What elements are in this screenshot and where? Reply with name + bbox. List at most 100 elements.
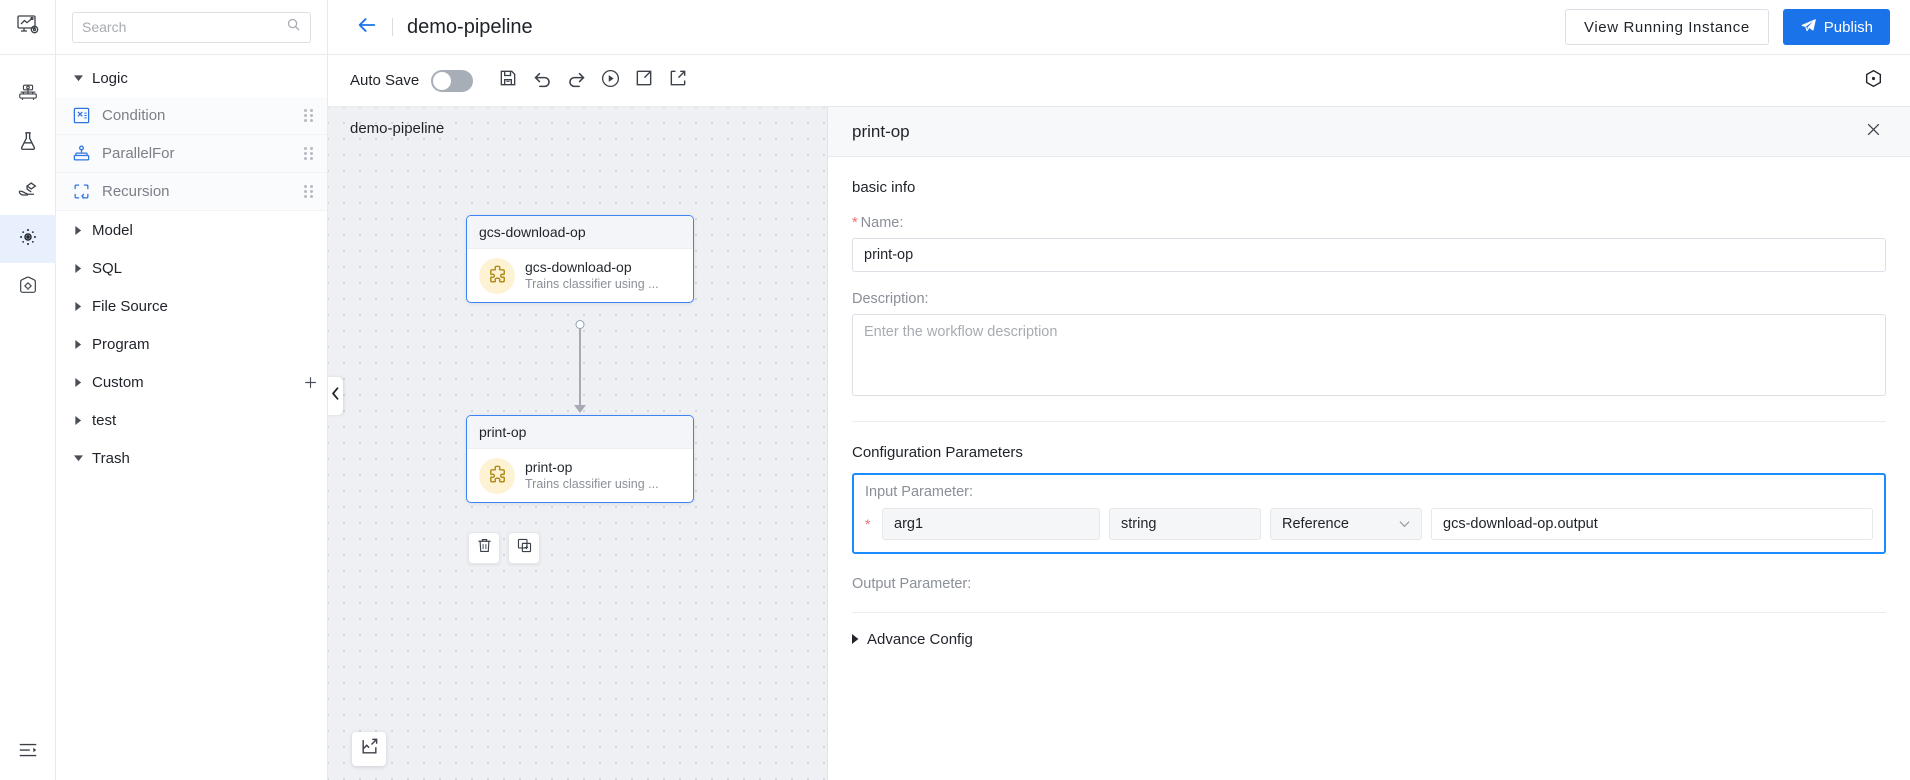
edge-arrow-icon [574,405,586,413]
editor-toolbar: Auto Save [328,55,1910,107]
caret-right-icon [70,225,86,235]
canvas-title: demo-pipeline [350,120,445,137]
add-custom-button[interactable] [293,374,327,391]
sidebar-group-logic[interactable]: Logic [56,59,327,97]
view-running-instance-button[interactable]: View Running Instance [1565,9,1769,45]
puzzle-piece-icon [479,457,515,494]
delete-node-button[interactable] [468,532,500,564]
rail-item-serving[interactable] [0,167,56,215]
canvas-node-header: print-op [467,416,693,449]
sidebar-group-sql[interactable]: SQL [56,249,327,287]
search-input[interactable] [82,19,286,35]
caret-down-icon [70,454,86,462]
param-value-field[interactable]: gcs-download-op.output [1431,508,1873,540]
component-sidebar: Logic Condition [56,0,328,780]
rail-item-experiment[interactable] [0,119,56,167]
edge-connector [579,327,581,407]
rail-collapse-button[interactable] [0,724,56,780]
detail-panel-title: print-op [852,121,910,141]
sidebar-group-trash[interactable]: Trash [56,439,327,477]
node-action-bar [468,532,540,564]
canvas-node-description: Trains classifier using ... [525,277,659,291]
canvas-node-name: gcs-download-op [525,259,632,275]
search-box[interactable] [72,11,311,43]
sidebar-group-model[interactable]: Model [56,211,327,249]
detail-divider [852,421,1886,422]
rail-item-list [0,55,56,311]
sidebar-node-label: ParallelFor [102,145,175,162]
output-parameter-label: Output Parameter: [852,576,972,592]
sidebar-group-label: Logic [92,69,128,87]
drag-handle-icon[interactable] [304,109,313,122]
sidebar-node-parallelfor[interactable]: ParallelFor [56,135,327,173]
editor-content: demo-pipeline gcs-download-op gcs-downlo… [328,107,1910,780]
canvas-node-body: gcs-download-op Trains classifier using … [467,249,693,302]
sidebar-group-test[interactable]: test [56,401,327,439]
chevron-down-icon [1399,516,1410,532]
publish-button[interactable]: Publish [1782,9,1890,45]
input-parameter-label: Input Parameter: [865,484,973,500]
sidebar-group-program[interactable]: Program [56,325,327,363]
copy-node-button[interactable] [508,532,540,564]
required-asterisk: * [865,516,871,532]
icon-rail [0,0,56,780]
input-parameter-box: Input Parameter: * arg1 string Reference [852,473,1886,554]
sidebar-tree: Logic Condition ParallelFor Recursion Mo… [56,55,327,780]
pipeline-monitor-icon [16,13,40,42]
param-type-field[interactable]: string [1109,508,1261,540]
copy-icon [516,537,533,559]
sidebar-node-recursion[interactable]: Recursion [56,173,327,211]
rail-item-pipeline[interactable] [0,215,56,263]
cluster-icon [17,82,39,109]
rail-item-cluster[interactable] [0,71,56,119]
redo-button[interactable] [559,64,593,98]
basic-info-title: basic info [852,179,916,196]
close-icon [1865,121,1882,143]
pipeline-canvas[interactable]: demo-pipeline gcs-download-op gcs-downlo… [328,107,828,780]
run-button[interactable] [593,64,627,98]
canvas-node-gcs-download-op[interactable]: gcs-download-op gcs-download-op Trains c… [466,215,694,303]
import-button[interactable] [661,64,695,98]
input-parameter-row: * arg1 string Reference gcs-download-op.… [865,508,1873,540]
caret-right-icon [70,415,86,425]
node-detail-panel: print-op basic info * Name: print-op Des… [828,107,1910,780]
param-name-field[interactable]: arg1 [882,508,1100,540]
back-button[interactable] [352,12,382,42]
export-icon [634,68,654,93]
canvas-settings-button[interactable] [1856,64,1890,98]
sidebar-node-condition[interactable]: Condition [56,97,327,135]
canvas-collapse-handle[interactable] [328,377,343,415]
undo-button[interactable] [525,64,559,98]
name-field-label: * Name: [852,215,1886,231]
app-logo [0,0,56,55]
serving-icon [17,178,39,205]
sidebar-group-file-source[interactable]: File Source [56,287,327,325]
toggle-knob [433,71,452,90]
caret-right-icon [70,263,86,273]
caret-right-icon [852,631,859,648]
advance-config-toggle[interactable]: Advance Config [852,631,1886,648]
drag-handle-icon[interactable] [304,185,313,198]
caret-right-icon [70,377,86,387]
param-source-select[interactable]: Reference [1270,508,1422,540]
name-input[interactable] [852,238,1886,272]
save-button[interactable] [491,64,525,98]
fit-to-screen-icon [360,737,379,761]
send-icon [1800,17,1817,38]
fit-to-screen-button[interactable] [352,732,386,766]
chevron-left-icon [331,387,340,405]
close-panel-button[interactable] [1860,119,1886,145]
auto-save-toggle[interactable] [431,69,474,92]
description-textarea[interactable] [852,314,1886,396]
configuration-parameters-title: Configuration Parameters [852,444,1023,461]
sidebar-group-custom[interactable]: Custom [56,363,327,401]
sidebar-group-label: Program [92,335,150,353]
redo-icon [566,68,587,94]
rail-item-settings[interactable] [0,263,56,311]
export-button[interactable] [627,64,661,98]
settings-box-icon [17,274,39,301]
canvas-node-print-op[interactable]: print-op print-op Trains classifier usin… [466,415,694,503]
search-icon [286,17,301,37]
drag-handle-icon[interactable] [304,147,313,160]
node-output-port[interactable] [575,320,585,329]
